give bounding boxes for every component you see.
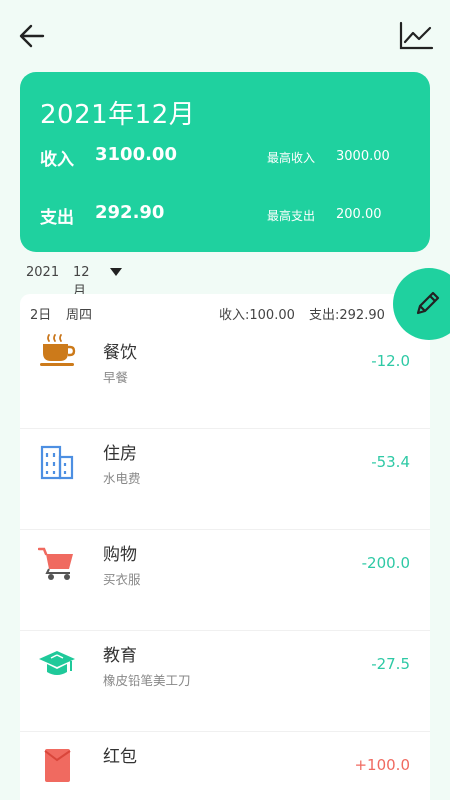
income-total: 3100.00: [95, 144, 177, 165]
day-expense-total: 支出:292.90: [309, 308, 385, 323]
building-icon: [40, 445, 74, 480]
entry-amount: -27.5: [371, 655, 410, 673]
top-bar: [0, 0, 450, 72]
graduation-cap-icon: [39, 651, 75, 675]
entry-note: 早餐: [103, 370, 129, 385]
max-income-value: 3000.00: [336, 149, 390, 164]
transaction-row[interactable]: 红包 +100.0: [20, 732, 430, 800]
income-label: 收入: [40, 150, 74, 170]
expense-label: 支出: [40, 208, 74, 228]
picker-year: 2021: [26, 265, 60, 280]
transaction-row[interactable]: 教育 橡皮铅笔美工刀 -27.5: [20, 631, 430, 732]
red-envelope-icon: [44, 749, 71, 782]
entry-note: 水电费: [103, 471, 141, 486]
pencil-icon: [416, 291, 440, 315]
max-expense-label: 最高支出: [267, 209, 316, 223]
month-summary-card: 2021年12月 收入 3100.00 最高收入 3000.00 支出 292.…: [20, 72, 430, 252]
max-expense-value: 200.00: [336, 207, 382, 222]
statistics-button[interactable]: [398, 20, 434, 52]
transaction-row[interactable]: 购物 买衣服 -200.0: [20, 530, 430, 631]
entry-category: 住房: [103, 444, 137, 464]
day-weekday: 周四: [66, 308, 93, 323]
arrow-left-icon: [19, 24, 45, 48]
day-date: 2日: [30, 308, 52, 323]
coffee-cup-icon: [40, 334, 76, 366]
entry-category: 餐饮: [103, 343, 137, 363]
entry-category: 红包: [103, 747, 137, 767]
entry-amount: -200.0: [361, 554, 410, 572]
summary-month-title: 2021年12月: [40, 100, 196, 130]
day-header: 2日 周四 收入:100.00 支出:292.90: [20, 294, 430, 328]
shopping-cart-icon: [38, 547, 73, 580]
expense-total: 292.90: [95, 202, 165, 223]
transaction-row[interactable]: 餐饮 早餐 -12.0: [20, 328, 430, 429]
caret-down-icon: [110, 268, 122, 276]
entry-note: 橡皮铅笔美工刀: [103, 673, 191, 688]
max-income-label: 最高收入: [267, 151, 316, 165]
transaction-list: 2日 周四 收入:100.00 支出:292.90 餐饮 早餐 -12.0 住房…: [20, 294, 430, 800]
expense-summary-row: 支出 292.90 最高支出 200.00: [40, 200, 410, 230]
entry-category: 教育: [103, 646, 137, 666]
income-summary-row: 收入 3100.00 最高收入 3000.00: [40, 142, 410, 172]
line-chart-icon: [399, 21, 434, 50]
entry-category: 购物: [103, 545, 137, 565]
entry-amount: -53.4: [371, 453, 410, 471]
day-income-total: 收入:100.00: [219, 308, 295, 323]
entry-note: 买衣服: [103, 572, 141, 587]
back-button[interactable]: [16, 20, 48, 52]
entry-amount: -12.0: [371, 352, 410, 370]
entry-amount: +100.0: [354, 756, 410, 774]
transaction-row[interactable]: 住房 水电费 -53.4: [20, 429, 430, 530]
